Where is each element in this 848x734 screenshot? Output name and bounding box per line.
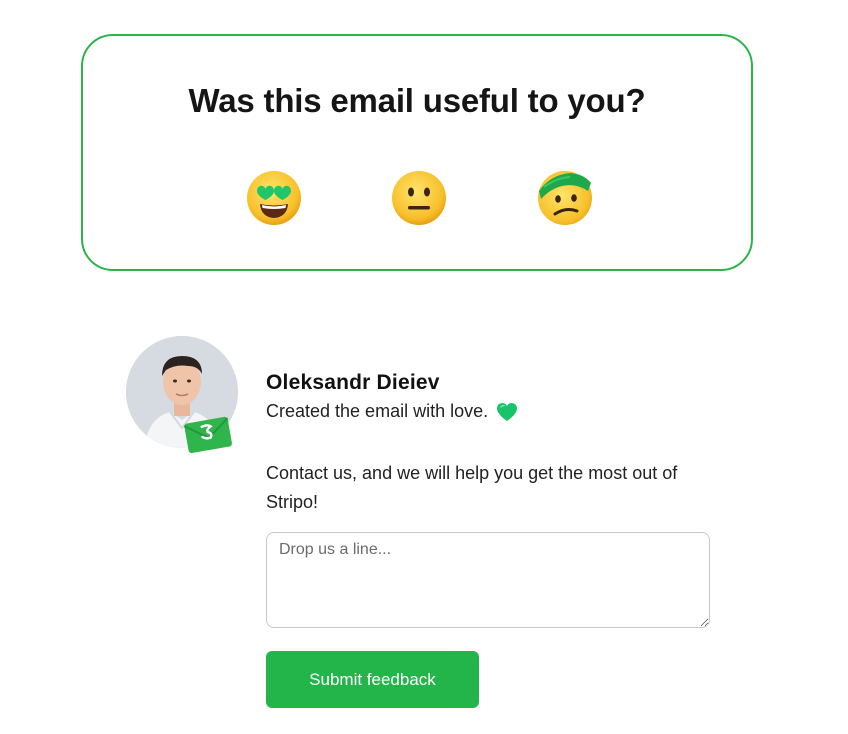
contact-text: Contact us, and we will help you get the… — [266, 463, 678, 512]
stripo-envelope-badge-icon — [183, 414, 233, 454]
feedback-textarea[interactable] — [266, 532, 710, 628]
neutral-face-emoji-icon[interactable] — [390, 169, 448, 227]
author-tagline: Created the email with love. — [266, 401, 489, 421]
survey-card: Was this email useful to you? — [81, 34, 753, 271]
author-tagline-row: Created the email with love. — [266, 401, 518, 422]
heart-eyes-emoji-icon[interactable] — [245, 169, 303, 227]
author-name: Oleksandr Dieiev — [266, 371, 440, 394]
submit-feedback-button[interactable]: Submit feedback — [266, 651, 479, 708]
bandaged-face-emoji-icon[interactable] — [536, 169, 594, 227]
green-heart-icon — [496, 402, 518, 422]
survey-title: Was this email useful to you? — [188, 82, 646, 119]
